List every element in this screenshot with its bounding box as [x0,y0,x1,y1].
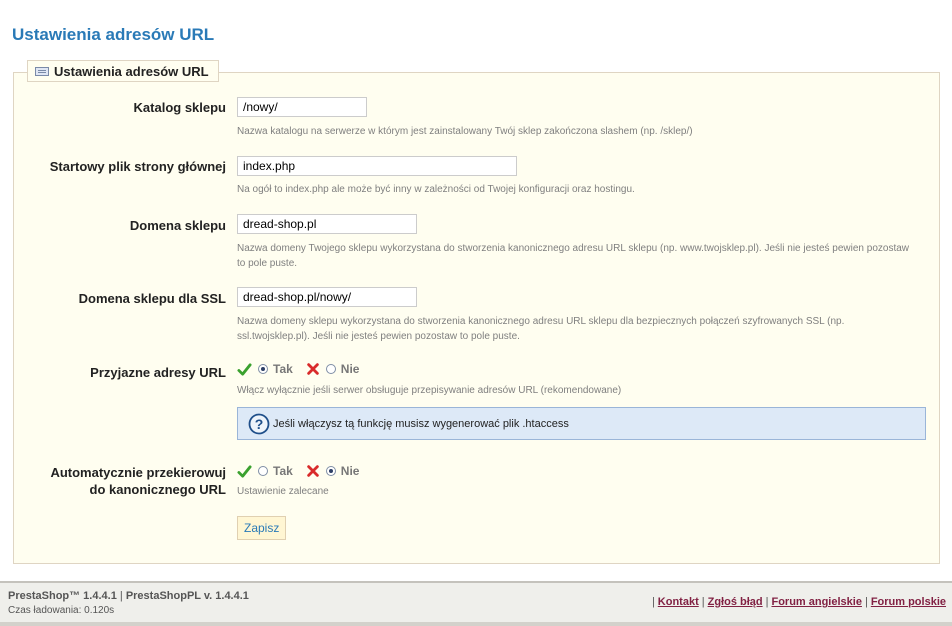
cross-icon [307,363,319,375]
friendly-urls-hint: Włącz wyłącznie jeśli serwer obsługuje p… [237,385,622,396]
domain-hint: Nazwa domeny Twojego sklepu wykorzystana… [237,243,910,269]
ssl-domain-label: Domena sklepu dla SSL [78,291,226,306]
start-file-label: Startowy plik strony głównej [49,159,226,174]
canonical-redirect-hint: Ustawienie zalecane [237,486,329,497]
footer-brand: PrestaShop™ 1.4.4.1 [8,590,117,602]
footer-pl-version: PrestaShopPL v. 1.4.4.1 [125,590,249,602]
start-file-hint: Na ogół to index.php ale może być inny w… [237,184,635,195]
save-button[interactable]: Zapisz [237,516,287,540]
domain-input[interactable] [237,214,417,234]
friendly-urls-no-label[interactable]: Nie [341,362,360,376]
canonical-redirect-no-label[interactable]: Nie [341,464,360,478]
cross-icon [307,465,319,477]
ssl-domain-input[interactable] [237,287,417,307]
footer-link-kontakt[interactable]: Kontakt [658,596,699,608]
canonical-redirect-label-line1: Automatycznie przekierowuj [50,465,226,480]
canonical-redirect-label: Automatycznie przekierowuj do kanoniczne… [50,464,226,498]
canonical-redirect-yes-label[interactable]: Tak [273,464,293,478]
check-icon [237,464,252,478]
help-icon: ? [248,413,270,434]
canonical-redirect-options: Tak Nie [237,462,359,480]
start-file-input[interactable] [237,156,517,176]
footer-link-forum-english[interactable]: Forum angielskie [771,596,861,608]
panel-legend: Ustawienia adresów URL [27,60,219,82]
footer-link-forum-polish[interactable]: Forum polskie [871,596,946,608]
catalog-input[interactable] [237,97,367,117]
footer-link-report-bug[interactable]: Zgłoś błąd [708,596,763,608]
ssl-domain-hint: Nazwa domeny sklepu wykorzystana do stwo… [237,316,845,342]
friendly-urls-yes-label[interactable]: Tak [273,362,293,376]
domain-label: Domena sklepu [129,218,226,233]
catalog-label: Katalog sklepu [133,100,226,115]
htaccess-info-box: ? Jeśli włączysz tą funkcję musisz wygen… [237,407,926,440]
keyboard-icon [35,66,49,76]
friendly-urls-label: Przyjazne adresy URL [90,365,226,380]
footer-separator: | [119,590,123,602]
friendly-urls-no-radio[interactable] [325,364,336,374]
panel-legend-label: Ustawienia adresów URL [54,63,209,79]
canonical-redirect-no-radio[interactable] [325,466,336,476]
catalog-hint: Nazwa katalogu na serwerze w którym jest… [237,126,693,137]
htaccess-info-text: Jeśli włączysz tą funkcję musisz [273,417,430,430]
canonical-redirect-label-line2: do kanonicznego URL [89,482,227,497]
friendly-urls-yes-radio[interactable] [258,364,268,374]
footer-bottom-bar [0,622,952,626]
generate-htaccess-link[interactable]: wygenerować plik .htaccess [433,418,569,430]
check-icon [237,362,252,376]
footer-version: PrestaShop™ 1.4.4.1 | PrestaShopPL v. 1.… [8,590,249,602]
footer: PrestaShop™ 1.4.4.1 | PrestaShopPL v. 1.… [0,581,952,622]
footer-links: | Kontakt | Zgłoś błąd | Forum angielski… [651,596,946,608]
friendly-urls-options: Tak Nie [237,360,359,378]
page-title: Ustawienia adresów URL [12,25,215,44]
canonical-redirect-yes-radio[interactable] [258,466,268,476]
svg-text:?: ? [255,416,264,432]
footer-load-time: Czas ładowania: 0.120s [8,605,115,616]
